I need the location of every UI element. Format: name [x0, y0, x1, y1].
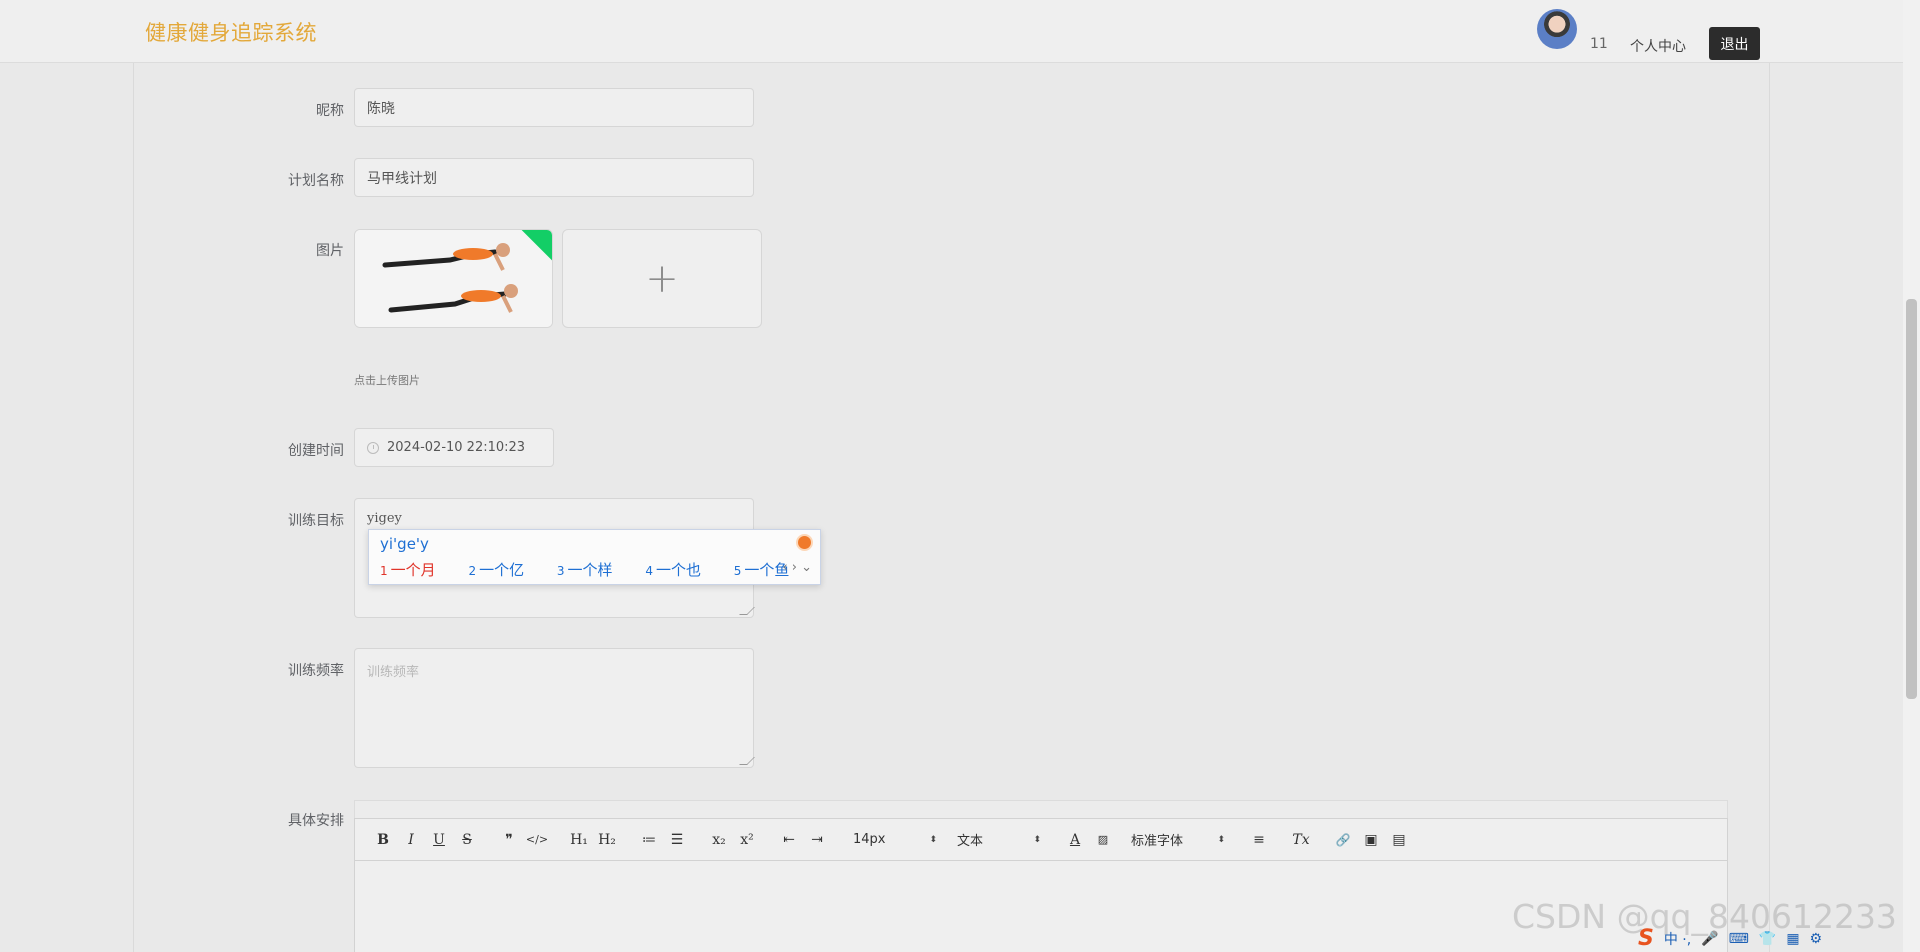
panel-left-border: [133, 63, 134, 952]
clean-format-button[interactable]: Tx: [1287, 832, 1315, 848]
subscript-button[interactable]: x₂: [705, 832, 733, 848]
schedule-label: 具体安排: [288, 813, 344, 829]
user-center-link[interactable]: 个人中心: [1630, 36, 1686, 56]
editor-toolbar: B I U S ❞ </> H₁ H₂ ≔ ☰ x₂ x² ⇤ ⇥ 14px ⬍ …: [355, 819, 1727, 861]
image-label: 图片: [316, 243, 344, 259]
background-color-icon[interactable]: ▨: [1089, 833, 1117, 846]
user-avatar[interactable]: [1537, 9, 1577, 49]
font-size-value: 14px: [853, 832, 886, 847]
ime-composition: yi'ge'y: [380, 535, 429, 553]
underline-button[interactable]: U: [425, 832, 453, 848]
clock-icon: [367, 441, 379, 454]
indent-button[interactable]: ⇥: [803, 832, 831, 848]
h2-button[interactable]: H₂: [593, 832, 621, 848]
created-time-label: 创建时间: [288, 443, 344, 459]
ime-skin-icon[interactable]: [796, 534, 813, 551]
ime-candidate[interactable]: 1 一个月: [380, 561, 450, 579]
keyboard-icon[interactable]: ⌨: [1729, 931, 1749, 947]
header-select[interactable]: 文本 ⬍: [957, 830, 1041, 849]
created-time-value: 2024-02-10 22:10:23: [387, 440, 526, 455]
resize-handle-icon[interactable]: [739, 607, 755, 615]
top-navbar: 健康健身追踪系统 11 个人中心 退出: [0, 0, 1920, 63]
resize-handle-icon[interactable]: [739, 757, 755, 765]
microphone-icon[interactable]: 🎤: [1701, 931, 1718, 947]
user-id: 11: [1590, 36, 1608, 52]
frequency-textarea[interactable]: 训练频率: [354, 648, 755, 768]
ime-candidate[interactable]: 4 一个也: [645, 561, 715, 579]
bold-button[interactable]: B: [369, 832, 397, 848]
created-time-picker[interactable]: 2024-02-10 22:10:23: [354, 428, 554, 467]
image-icon[interactable]: ▣: [1357, 832, 1385, 848]
header-value: 文本: [957, 834, 984, 849]
select-arrow-icon: ⬍: [1033, 834, 1041, 845]
align-button[interactable]: ≡: [1245, 832, 1273, 848]
font-family-value: 标准字体: [1131, 834, 1184, 849]
scrollbar-thumb[interactable]: [1906, 299, 1917, 699]
superscript-button[interactable]: x²: [733, 832, 761, 848]
ime-candidate[interactable]: 3 一个样: [557, 561, 627, 579]
logout-button[interactable]: 退出: [1709, 27, 1760, 60]
plus-icon: +: [645, 255, 679, 302]
outdent-button[interactable]: ⇤: [775, 832, 803, 848]
font-family-select[interactable]: 标准字体 ⬍: [1131, 830, 1225, 849]
font-color-icon[interactable]: A: [1061, 832, 1089, 848]
ime-candidate-popup[interactable]: yi'ge'y 1 一个月 2 一个亿 3 一个样 4 一个也 5 一个鱼 ‹ › ⌄: [368, 529, 821, 585]
goal-label: 训练目标: [288, 513, 344, 529]
select-arrow-icon: ⬍: [1217, 834, 1225, 845]
video-icon[interactable]: ▤: [1385, 832, 1413, 848]
plank-exercise-image: [355, 230, 552, 327]
link-icon[interactable]: 🔗: [1329, 833, 1357, 847]
ordered-list-button[interactable]: ≔: [635, 832, 663, 848]
code-button[interactable]: </>: [523, 833, 551, 846]
ime-tray: S 中 ·, 🎤 ⌨ 👕 ▦ ⚙: [1638, 925, 1903, 952]
frequency-label: 训练频率: [288, 663, 344, 679]
skin-icon[interactable]: 👕: [1759, 931, 1776, 947]
uploaded-image-thumbnail[interactable]: [354, 229, 553, 328]
plan-name-label: 计划名称: [288, 173, 344, 189]
ime-mode-indicator[interactable]: 中 ·,: [1664, 929, 1691, 949]
ime-candidate-list: 1 一个月 2 一个亿 3 一个样 4 一个也 5 一个鱼: [380, 559, 817, 580]
select-arrow-icon: ⬍: [929, 834, 937, 845]
italic-button[interactable]: I: [397, 832, 425, 848]
upload-tip: 点击上传图片: [354, 374, 420, 387]
sogou-ime-logo[interactable]: S: [1638, 926, 1654, 951]
settings-icon[interactable]: ⚙: [1810, 931, 1823, 947]
goal-text: yigey: [367, 511, 402, 526]
editor-top-strip: [354, 800, 1728, 818]
panel-right-border: [1769, 63, 1770, 952]
h1-button[interactable]: H₁: [565, 832, 593, 848]
brand-title: 健康健身追踪系统: [145, 21, 317, 45]
strike-button[interactable]: S: [453, 832, 481, 848]
frequency-placeholder: 训练频率: [367, 665, 420, 680]
ime-candidate[interactable]: 2 一个亿: [468, 561, 538, 579]
quote-button[interactable]: ❞: [495, 832, 523, 848]
ime-page-nav[interactable]: ‹ › ⌄: [782, 560, 812, 575]
font-size-select[interactable]: 14px ⬍: [853, 832, 937, 847]
upload-add-button[interactable]: +: [562, 229, 762, 328]
bullet-list-button[interactable]: ☰: [663, 832, 691, 848]
nickname-input[interactable]: 陈晓: [354, 88, 754, 127]
toolbox-icon[interactable]: ▦: [1786, 931, 1799, 947]
nickname-label: 昵称: [316, 103, 344, 119]
plan-name-input[interactable]: 马甲线计划: [354, 158, 754, 197]
